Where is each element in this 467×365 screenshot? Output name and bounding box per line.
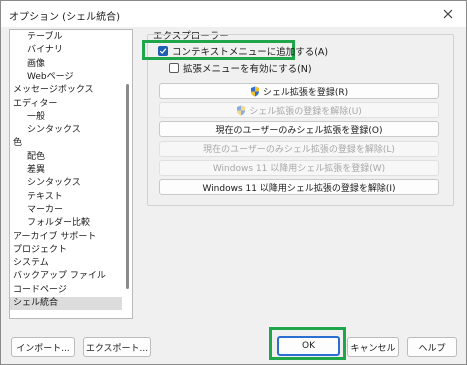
tree-item[interactable]: エディター <box>10 98 122 111</box>
shell-extension-button-label: 現在のユーザーのみシェル拡張を登録(O) <box>215 125 383 136</box>
tree-item[interactable]: バックアップ ファイル <box>10 270 122 283</box>
tree-item[interactable]: プロジェクト <box>10 244 122 257</box>
tree-item[interactable]: シンタックス <box>10 177 122 190</box>
shell-extension-button-label: Windows 11 以降用シェル拡張を登録(W) <box>212 164 386 175</box>
export-button-label: エクスポート... <box>85 343 149 354</box>
tree-item[interactable]: フォルダー比較 <box>10 217 122 230</box>
close-button[interactable] <box>436 4 460 24</box>
tree-item[interactable]: 一般 <box>10 111 122 124</box>
uac-shield-icon <box>250 86 260 97</box>
extended-menu-checkbox-label: 拡張メニューを有効にする(N) <box>183 63 312 75</box>
tree-item[interactable]: テキスト <box>10 191 122 204</box>
shell-extension-button-label: 現在のユーザーのみシェル拡張の登録を解除(L) <box>203 145 395 156</box>
shell-extension-button-label: シェル拡張を登録(R) <box>262 87 349 98</box>
shell-extension-button[interactable]: Windows 11 以降用シェル拡張を登録(W) <box>159 159 439 176</box>
cancel-button-label: キャンセル <box>350 343 396 354</box>
tree-item[interactable]: メッセージボックス <box>10 84 122 97</box>
import-button[interactable]: インポート... <box>11 337 75 357</box>
checkmark-icon <box>159 47 167 54</box>
tree-item[interactable]: シェル統合 <box>10 297 122 310</box>
export-button[interactable]: エクスポート... <box>83 337 151 357</box>
context-menu-checkbox-row[interactable]: コンテキストメニューに追加する(A) <box>158 44 329 58</box>
options-dialog: オプション (シェル統合) テーブル バイナリ 画像 Webページ メッセージボックスエ… <box>0 0 467 365</box>
cancel-button[interactable]: キャンセル <box>347 337 399 357</box>
extended-menu-checkbox-row[interactable]: 拡張メニューを有効にする(N) <box>169 61 312 75</box>
category-tree[interactable]: テーブル バイナリ 画像 Webページ メッセージボックス エディター 一般 シンタックス色配… <box>9 29 133 319</box>
extended-menu-checkbox[interactable] <box>169 62 179 73</box>
shell-extension-button[interactable]: 現在のユーザーのみシェル拡張の登録を解除(L) <box>159 140 439 157</box>
tree-item[interactable]: 画像 <box>10 58 122 71</box>
tree-item[interactable]: 色 <box>10 137 122 150</box>
tree-item[interactable]: システム <box>10 257 122 270</box>
tree-item[interactable]: シンタックス <box>10 124 122 137</box>
uac-shield-icon <box>236 105 246 116</box>
tree-item[interactable]: テーブル <box>10 31 122 44</box>
help-button[interactable]: ヘルプ <box>407 337 457 357</box>
tree-item[interactable]: アーカイブ サポート <box>10 231 122 244</box>
tree-item[interactable]: コードページ <box>10 284 122 297</box>
shell-extension-button-label: Windows 11 以降用シェル拡張の登録を解除(I) <box>202 183 396 194</box>
shell-extension-button[interactable]: Windows 11 以降用シェル拡張の登録を解除(I) <box>159 179 439 195</box>
ok-button[interactable]: OK <box>277 336 340 356</box>
shell-extension-button[interactable]: シェル拡張の登録を解除(U) <box>159 102 439 119</box>
tree-item[interactable]: Webページ <box>10 71 122 84</box>
tree-item[interactable]: 差異 <box>10 164 122 177</box>
ok-button-label: OK <box>302 341 315 351</box>
context-menu-checkbox[interactable] <box>158 45 168 56</box>
help-button-label: ヘルプ <box>418 343 446 354</box>
context-menu-checkbox-label: コンテキストメニューに追加する(A) <box>172 46 329 58</box>
close-icon <box>443 9 453 19</box>
title-bar: オプション (シェル統合) <box>1 1 466 27</box>
tree-scrollbar[interactable] <box>122 30 132 318</box>
window-title: オプション (シェル統合) <box>9 12 120 23</box>
shell-extension-button-label: シェル拡張の登録を解除(U) <box>249 106 362 117</box>
shell-extension-button[interactable]: シェル拡張を登録(R) <box>159 83 439 99</box>
tree-item[interactable]: マーカー <box>10 204 122 217</box>
tree-item[interactable]: 配色 <box>10 151 122 164</box>
import-button-label: インポート... <box>16 343 70 354</box>
tree-item[interactable]: バイナリ <box>10 44 122 57</box>
shell-extension-button[interactable]: 現在のユーザーのみシェル拡張を登録(O) <box>159 121 439 138</box>
tree-scrollbar-thumb[interactable] <box>126 84 129 289</box>
